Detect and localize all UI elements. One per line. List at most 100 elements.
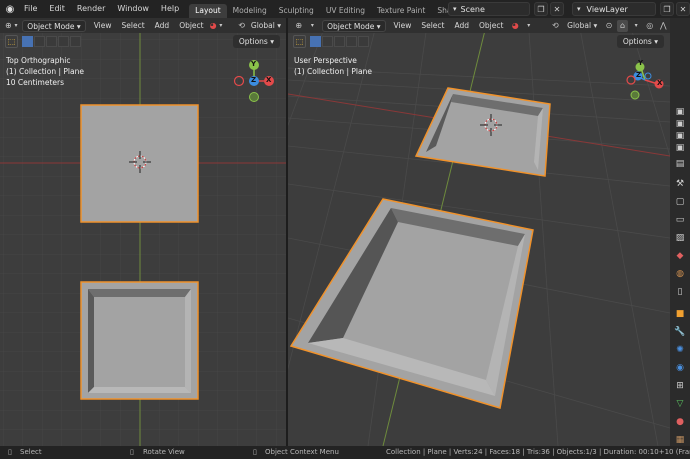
delete-scene-icon[interactable]: ✕ (550, 2, 564, 16)
view-layer-selector[interactable]: ▾ ViewLayer (572, 2, 656, 16)
select-difference-icon[interactable] (58, 36, 69, 47)
menu-help[interactable]: Help (155, 0, 185, 18)
collection-icon[interactable]: ▤ (673, 158, 687, 170)
scene-camera-icon[interactable]: ▣ (673, 142, 687, 154)
editor-type-chevron-icon[interactable]: ▾ (307, 20, 319, 32)
pivot-icon[interactable]: ⊙ (603, 20, 615, 32)
output-icon[interactable]: ▭ (673, 214, 687, 226)
view-name-text: User Perspective (294, 56, 357, 65)
options-button[interactable]: Options ▾ (616, 35, 664, 48)
select-tool-icon[interactable]: ⬚ (5, 35, 18, 48)
menu-window[interactable]: Window (111, 0, 155, 18)
menu-edit[interactable]: Edit (43, 0, 71, 18)
menu-object[interactable]: Object (474, 20, 508, 32)
tab-texture-paint[interactable]: Texture Paint (371, 4, 431, 18)
material-props-icon[interactable]: ● (673, 416, 687, 428)
physics-icon[interactable]: ◉ (673, 362, 687, 374)
select-new-icon[interactable] (22, 36, 33, 47)
material-icon[interactable]: ◕ (509, 20, 521, 32)
new-view-layer-icon[interactable]: ❐ (660, 2, 674, 16)
right-viewport[interactable]: Y X Z ⊕ ▾ Object Mode ▾ View Select Add … (288, 18, 670, 446)
mouse-middle-icon: ▯ (130, 448, 134, 456)
select-difference-icon[interactable] (346, 36, 357, 47)
tab-layout[interactable]: Layout (189, 4, 227, 18)
orientation-dropdown[interactable]: Global ▾ (246, 20, 286, 32)
snap-icon[interactable]: ⌂ (616, 19, 629, 32)
view-layer-props-icon[interactable]: ▨ (673, 232, 687, 244)
status-select: Select (20, 448, 42, 456)
tab-modeling[interactable]: Modeling (227, 4, 273, 18)
material-icon[interactable]: ◕ (210, 20, 217, 32)
gizmo-z-label[interactable]: Z (251, 76, 256, 84)
gizmo-z-label[interactable]: Z (636, 71, 641, 79)
transform-orientation-icon[interactable]: ⟲ (238, 20, 245, 32)
delete-view-layer-icon[interactable]: ✕ (676, 2, 690, 16)
transform-orientation-icon[interactable]: ⟲ (550, 20, 562, 32)
gizmo-y-label[interactable]: Y (251, 60, 256, 68)
left-viewport-header: ⊕ ▾ Object Mode ▾ View Select Add Object… (0, 18, 286, 33)
menu-object[interactable]: Object (174, 20, 208, 32)
select-subtract-icon[interactable] (46, 36, 57, 47)
left-viewport[interactable]: Y X Z ⊕ ▾ Object Mode ▾ View Select Add … (0, 18, 286, 446)
menu-view[interactable]: View (389, 20, 417, 32)
options-button[interactable]: Options ▾ (232, 35, 280, 48)
menu-select[interactable]: Select (117, 20, 150, 32)
tab-sculpting[interactable]: Sculpting (273, 4, 320, 18)
gizmo-x-label[interactable]: X (266, 76, 271, 84)
gizmo-x-label[interactable]: X (657, 79, 662, 87)
new-scene-icon[interactable]: ❐ (534, 2, 548, 16)
modifier-icon[interactable]: 🔧 (673, 326, 687, 338)
right-viewport-toolbar: ⬚ (288, 33, 670, 50)
properties-tab-strip: ▣ ▣ ▣ ▣ ▤ ⚒ ▢ ▭ ▨ ◆ ◍ ▯ ■ 🔧 ✺ ◉ ⊞ ▽ ● ▦ (670, 18, 690, 446)
object-data-icon[interactable]: ▽ (673, 398, 687, 410)
selection-mode-group[interactable] (310, 36, 370, 47)
gizmo-y-label[interactable]: Y (638, 59, 643, 67)
select-extend-icon[interactable] (34, 36, 45, 47)
editor-type-chevron-icon[interactable]: ▾ (14, 20, 19, 32)
editor-type-icon[interactable]: ⊕ (293, 20, 305, 32)
menu-file[interactable]: File (18, 0, 43, 18)
select-intersect-icon[interactable] (358, 36, 369, 47)
menu-render[interactable]: Render (71, 0, 111, 18)
constraints-icon[interactable]: ⊞ (673, 380, 687, 392)
view-layer-icon[interactable]: ▣ (673, 118, 687, 130)
select-extend-icon[interactable] (322, 36, 333, 47)
camera-icon[interactable]: ▣ (673, 130, 687, 142)
tab-uv-editing[interactable]: UV Editing (320, 4, 371, 18)
menu-select[interactable]: Select (416, 20, 449, 32)
orientation-dropdown[interactable]: Global ▾ (562, 20, 602, 32)
object-mode-dropdown[interactable]: Object Mode ▾ (322, 19, 386, 32)
snap-chevron-icon[interactable]: ▾ (630, 20, 642, 32)
collection-props-icon[interactable]: ▯ (673, 286, 687, 298)
render-layer-icon[interactable]: ▣ (673, 106, 687, 118)
orientation-label: Global (250, 20, 275, 30)
menu-add[interactable]: Add (150, 20, 175, 32)
select-tool-icon[interactable]: ⬚ (293, 35, 306, 48)
falloff-icon[interactable]: ⋀ (657, 20, 669, 32)
object-props-icon[interactable]: ■ (673, 308, 687, 320)
chevron-down-icon[interactable]: ▾ (219, 20, 224, 32)
status-bar: ▯ Select ▯ Rotate View ▯ Object Context … (0, 446, 690, 459)
tool-icon[interactable]: ⚒ (673, 178, 687, 190)
render-icon[interactable]: ▢ (673, 196, 687, 208)
object-mode-label: Object Mode (27, 21, 75, 31)
editor-type-icon[interactable]: ⊕ (5, 20, 12, 32)
blender-logo-icon[interactable]: ◉ (2, 1, 18, 17)
world-icon[interactable]: ◍ (673, 268, 687, 280)
menu-view[interactable]: View (89, 20, 117, 32)
scene-icon: ▾ (453, 5, 457, 13)
status-context-menu: Object Context Menu (265, 448, 339, 456)
select-new-icon[interactable] (310, 36, 321, 47)
object-mode-dropdown[interactable]: Object Mode ▾ (22, 19, 86, 32)
select-subtract-icon[interactable] (334, 36, 345, 47)
scene-selector[interactable]: ▾ Scene (448, 2, 530, 16)
menu-add[interactable]: Add (449, 20, 474, 32)
select-intersect-icon[interactable] (70, 36, 81, 47)
particles-icon[interactable]: ✺ (673, 344, 687, 356)
chevron-down-icon[interactable]: ▾ (523, 20, 535, 32)
selection-mode-group[interactable] (22, 36, 82, 47)
texture-icon[interactable]: ▦ (673, 434, 687, 446)
proportional-edit-icon[interactable]: ◎ (644, 20, 656, 32)
scene-props-icon[interactable]: ◆ (673, 250, 687, 262)
scene-name: Scene (460, 4, 485, 14)
